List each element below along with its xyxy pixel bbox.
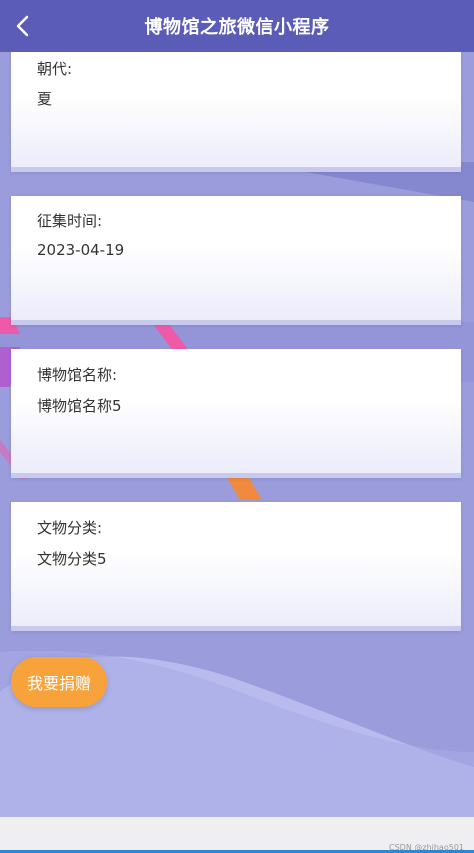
- museum-name-label: 博物馆名称:: [37, 366, 118, 384]
- donate-button[interactable]: 我要捐赠: [11, 657, 107, 707]
- relic-category-label: 文物分类:: [37, 519, 103, 537]
- collection-time-label: 征集时间:: [37, 212, 103, 230]
- back-arrow-icon[interactable]: [10, 12, 38, 40]
- footer-bar: CSDN @zhihao501: [0, 817, 474, 853]
- relic-category-card: 文物分类: 文物分类5: [11, 502, 461, 631]
- collection-time-card: 征集时间: 2023-04-19: [11, 196, 461, 325]
- app-screen: 博物馆之旅微信小程序 朝代: 夏 征集时间: 2023-04-19 博物馆名称:…: [0, 0, 474, 853]
- dynasty-value: 夏: [37, 90, 53, 108]
- museum-name-value: 博物馆名称5: [37, 397, 122, 415]
- dynasty-label: 朝代:: [37, 60, 73, 78]
- collection-time-value: 2023-04-19: [37, 241, 125, 259]
- museum-name-card: 博物馆名称: 博物馆名称5: [11, 349, 461, 478]
- page-title: 博物馆之旅微信小程序: [144, 17, 330, 38]
- relic-category-value: 文物分类5: [37, 550, 107, 568]
- dynasty-card: 朝代: 夏: [11, 52, 461, 172]
- nav-header: 博物馆之旅微信小程序: [0, 0, 474, 52]
